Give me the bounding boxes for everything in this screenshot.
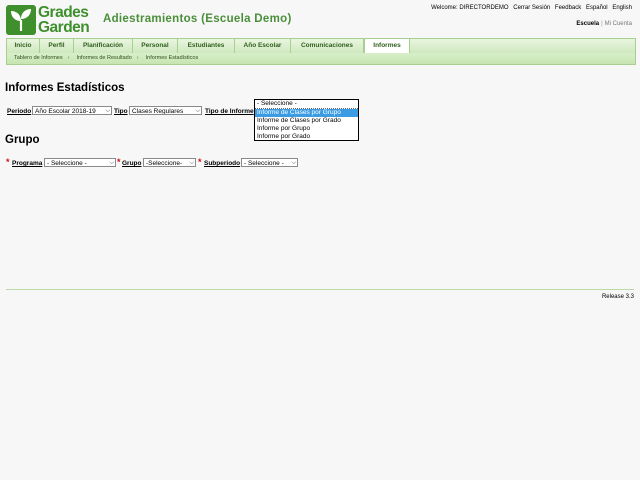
footer-divider [6, 289, 634, 290]
logout-link[interactable]: Cerrar Sesión [513, 5, 550, 11]
group-label: Grupo [122, 160, 142, 167]
period-label: Periodo [7, 108, 32, 115]
nav-tab-estudiantes[interactable]: Estudiantes [178, 39, 235, 53]
type-value: Clases Regulares [132, 108, 184, 115]
program-select[interactable]: - Seleccione - ⌵ [44, 158, 116, 167]
report-type-dropdown[interactable]: - Seleccione - Informe de Clases por Gru… [254, 99, 359, 141]
required-mark: * [117, 157, 121, 167]
nav-tab-perfil[interactable]: Perfil [40, 39, 74, 53]
feedback-link[interactable]: Feedback [555, 5, 581, 11]
nav-tab-personal[interactable]: Personal [133, 39, 178, 53]
report-option-clases-grupo[interactable]: Informe de Clases por Grupo [255, 109, 358, 117]
chevron-down-icon: ⌵ [195, 108, 200, 114]
welcome-text: Welcome: DIRECTORDEMO [431, 5, 509, 11]
breadcrumb-resultado[interactable]: Informes de Resultado [76, 55, 131, 61]
page-title: Informes Estadísticos [5, 82, 125, 94]
separator: | [601, 21, 603, 27]
language-english-link[interactable]: English [612, 5, 632, 11]
breadcrumb-estadisticos: Informes Estadísticos [145, 55, 199, 61]
required-mark: * [6, 157, 10, 167]
school-link[interactable]: Escuela [576, 21, 599, 27]
language-spanish-link[interactable]: Español [586, 5, 608, 11]
type-label: Tipo [114, 108, 128, 115]
nav-tab-ano-escolar[interactable]: Año Escolar [235, 39, 291, 53]
grades-garden-logo[interactable]: Grades Garden [6, 5, 94, 37]
group-section-title: Grupo [5, 134, 40, 146]
required-mark: * [198, 157, 202, 167]
report-option-grado[interactable]: Informe por Grado [255, 133, 358, 141]
breadcrumb: Tablero de Informes › Informes de Resultad… [6, 53, 636, 65]
logo-line2: Garden [38, 19, 90, 36]
subperiod-select[interactable]: - Seleccione - ⌵ [241, 158, 298, 167]
chevron-right-icon: › [136, 55, 139, 61]
my-account-link[interactable]: Mi Cuenta [605, 21, 632, 27]
app-title: Adiestramientos (Escuela Demo) [103, 13, 292, 25]
program-label: Programa [12, 160, 43, 167]
chevron-down-icon: ⌵ [105, 108, 110, 114]
chevron-down-icon: ⌵ [189, 160, 194, 166]
subperiod-label: Subperiodo [204, 160, 241, 167]
period-select[interactable]: Año Escolar 2018-19 ⌵ [32, 106, 112, 115]
top-links: Welcome: DIRECTORDEMO Cerrar Sesión Feed… [428, 5, 632, 11]
report-type-label: Tipo de Informe [205, 108, 254, 115]
nav-tab-comunicaciones[interactable]: Comunicaciones [291, 39, 364, 53]
group-select[interactable]: -Seleccione- ⌵ [143, 158, 196, 167]
chevron-right-icon: › [67, 55, 70, 61]
nav-tab-inicio[interactable]: Inicio [7, 39, 40, 53]
logo-line1: Grades [38, 4, 89, 21]
school-links: Escuela | Mi Cuenta [576, 21, 632, 27]
period-value: Año Escolar 2018-19 [35, 108, 96, 115]
release-version: Release 3.3 [601, 294, 634, 300]
group-value: -Seleccione- [146, 160, 183, 167]
report-option-clases-grado[interactable]: Informe de Clases por Grado [255, 117, 358, 125]
report-option-grupo[interactable]: Informe por Grupo [255, 125, 358, 133]
nav-tab-planificacion[interactable]: Planificación [74, 39, 133, 53]
breadcrumb-tablero[interactable]: Tablero de Informes [14, 55, 63, 61]
sprout-icon [6, 5, 36, 35]
subperiod-value: - Seleccione - [244, 160, 284, 167]
program-value: - Seleccione - [47, 160, 87, 167]
nav-tab-informes[interactable]: Informes [364, 39, 410, 54]
report-type-current[interactable]: - Seleccione - [255, 100, 358, 109]
chevron-down-icon: ⌵ [291, 160, 296, 166]
type-select[interactable]: Clases Regulares ⌵ [129, 106, 202, 115]
main-nav: Inicio Perfil Planificación Personal Est… [6, 38, 636, 54]
chevron-down-icon: ⌵ [109, 160, 114, 166]
